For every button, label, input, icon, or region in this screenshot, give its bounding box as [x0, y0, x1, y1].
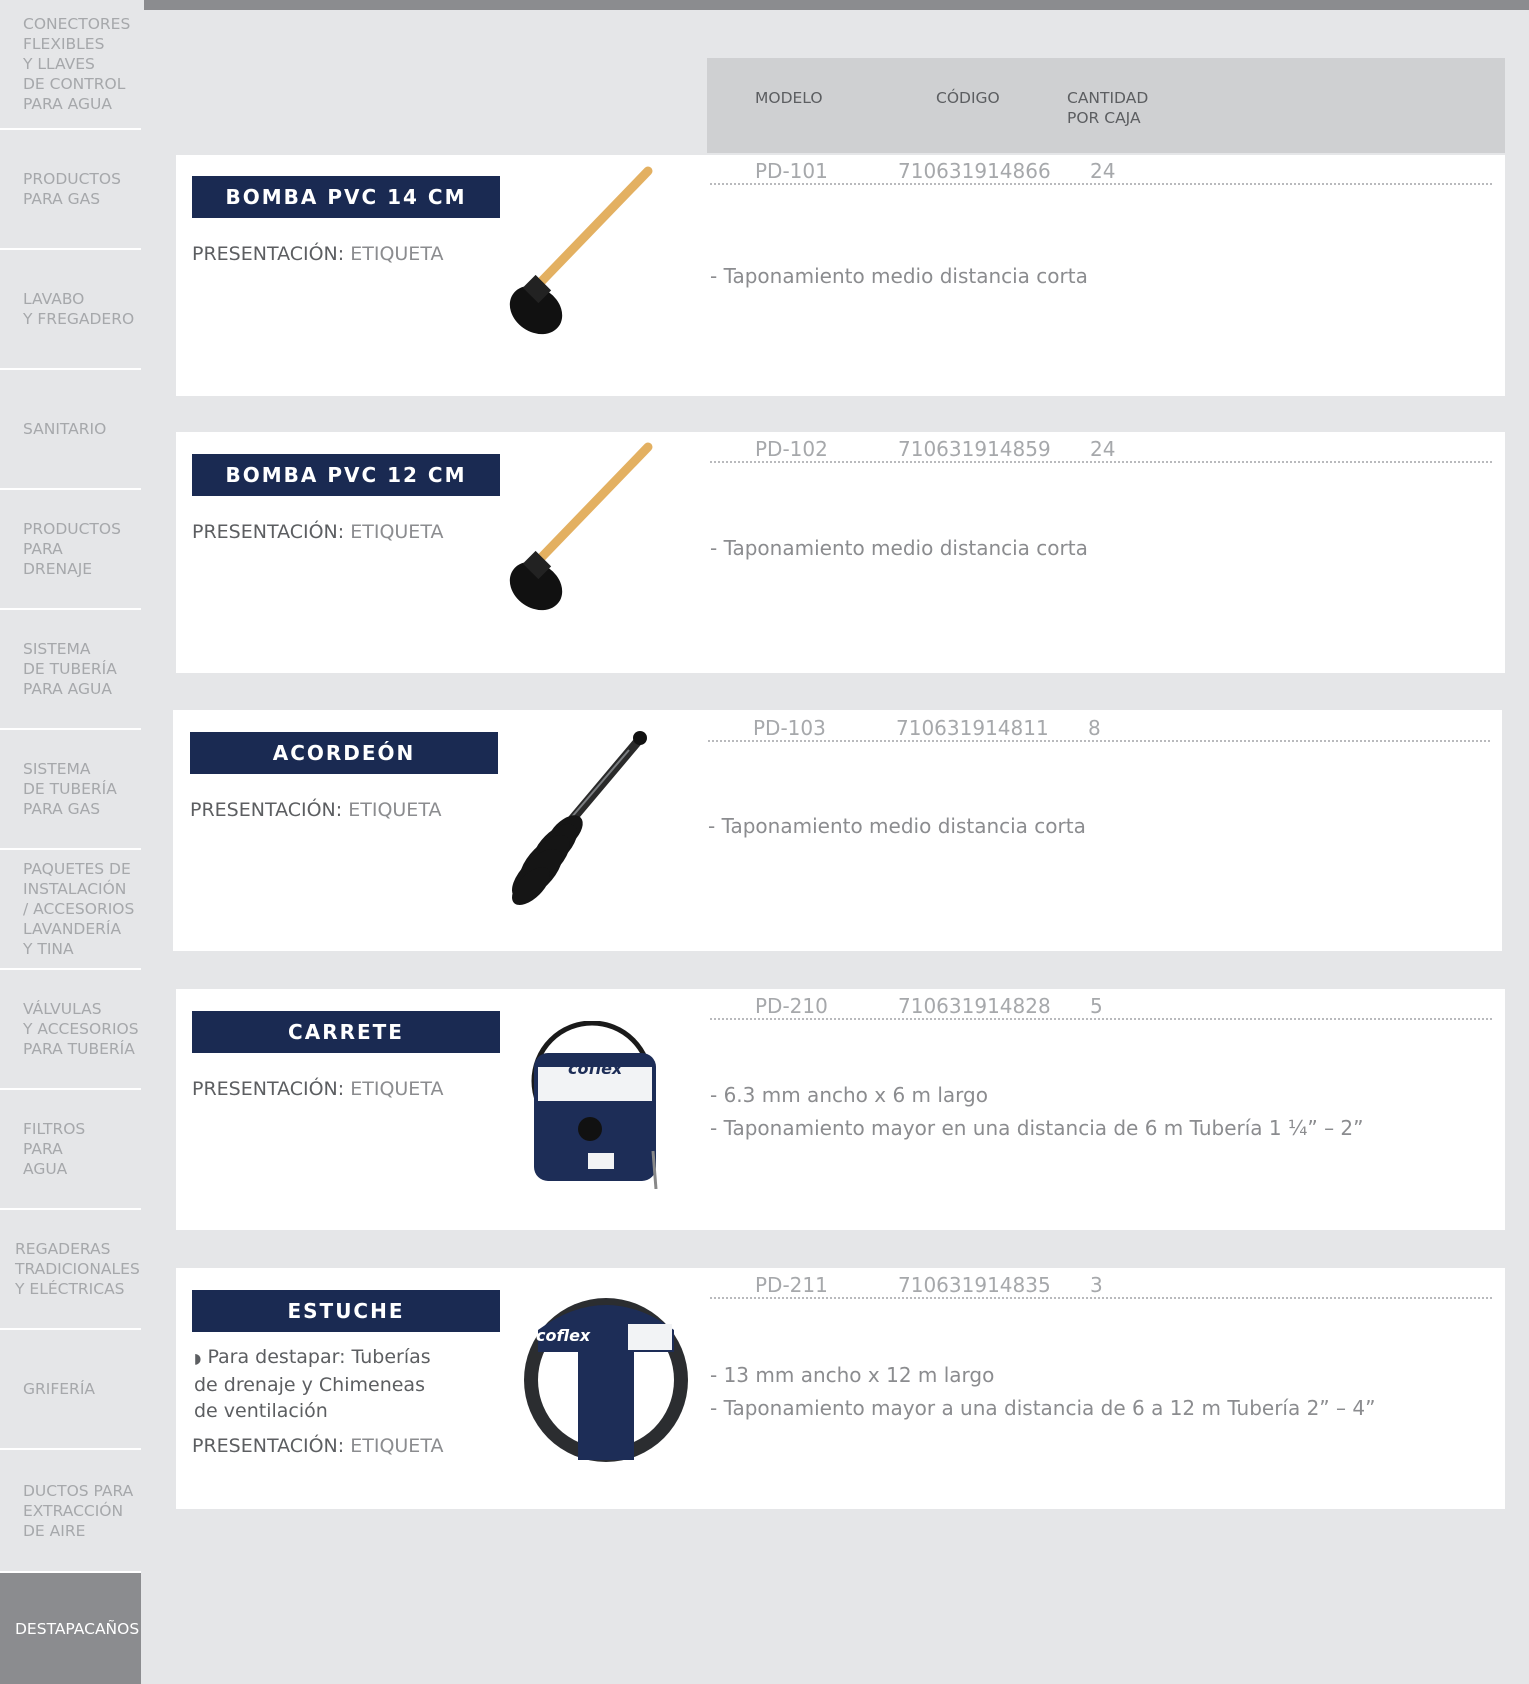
- product-card: ESTUCHE ◗ Para destapar: Tuberías de dre…: [176, 1268, 1505, 1509]
- sidebar-item-paquetes[interactable]: PAQUETES DE INSTALACIÓN / ACCESORIOS LAV…: [0, 850, 141, 970]
- sidebar-item-filtros[interactable]: FILTROS PARA AGUA: [0, 1090, 141, 1210]
- product-card: ACORDEÓN PRESENTACIÓN: ETIQUETA PD-103 7…: [173, 710, 1502, 951]
- presentation-label: PRESENTACIÓN:: [192, 1078, 345, 1100]
- sidebar-item-ductos[interactable]: DUCTOS PARA EXTRACCIÓN DE AIRE: [0, 1450, 141, 1573]
- product-name: ACORDEÓN: [190, 732, 498, 774]
- sidebar-item-tuberia-gas[interactable]: SISTEMA DE TUBERÍA PARA GAS: [0, 730, 141, 850]
- codigo-value: 710631914835: [898, 1273, 1051, 1297]
- reel-package-icon: coflex: [528, 1020, 662, 1190]
- sidebar-item-conectores[interactable]: CONECTORES FLEXIBLES Y LLAVES DE CONTROL…: [0, 0, 141, 130]
- table-row: PD-210 710631914828 5: [710, 994, 1492, 1020]
- description-line: - Taponamiento mayor en una distancia de…: [710, 1116, 1364, 1140]
- table-row: PD-101 710631914866 24: [710, 159, 1492, 185]
- product-description: - Taponamiento medio distancia corta: [710, 532, 1088, 565]
- product-name: CARRETE: [192, 1011, 500, 1053]
- brand-logo: coflex: [568, 1059, 623, 1078]
- cantidad-value: 5: [1090, 994, 1103, 1018]
- sidebar-item-tuberia-agua[interactable]: SISTEMA DE TUBERÍA PARA AGUA: [0, 610, 141, 730]
- presentation-text: PRESENTACIÓN: ETIQUETA: [190, 799, 441, 821]
- product-note: ◗ Para destapar: Tuberías de drenaje y C…: [194, 1344, 444, 1424]
- presentation-text: PRESENTACIÓN: ETIQUETA: [192, 243, 443, 265]
- sidebar-item-gas[interactable]: PRODUCTOS PARA GAS: [0, 130, 141, 250]
- header-cantidad: CANTIDAD POR CAJA: [1067, 89, 1149, 127]
- presentation-text: PRESENTACIÓN: ETIQUETA: [192, 1435, 443, 1457]
- product-description: - 13 mm ancho x 12 m largo - Taponamient…: [710, 1359, 1375, 1425]
- note-text: Para destapar: Tuberías de drenaje y Chi…: [194, 1346, 431, 1422]
- description-line: - Taponamiento medio distancia corta: [710, 264, 1088, 288]
- sidebar-item-valvulas[interactable]: VÁLVULAS Y ACCESORIOS PARA TUBERÍA: [0, 970, 141, 1090]
- product-name: BOMBA PVC 12 CM: [192, 454, 500, 496]
- modelo-value: PD-101: [755, 159, 828, 183]
- cantidad-value: 24: [1090, 159, 1116, 183]
- header-modelo: MODELO: [755, 89, 823, 107]
- presentation-label: PRESENTACIÓN:: [192, 243, 345, 265]
- product-card: BOMBA PVC 12 CM PRESENTACIÓN: ETIQUETA P…: [176, 432, 1505, 673]
- product-description: - Taponamiento medio distancia corta: [710, 260, 1088, 293]
- sidebar-item-sanitario[interactable]: SANITARIO: [0, 370, 141, 490]
- case-reel-icon: coflex: [518, 1290, 694, 1466]
- sidebar-item-griferia[interactable]: GRIFERÍA: [0, 1330, 141, 1450]
- brand-logo: coflex: [536, 1326, 591, 1345]
- product-name: ESTUCHE: [192, 1290, 500, 1332]
- sidebar-item-drenaje[interactable]: PRODUCTOS PARA DRENAJE: [0, 490, 141, 610]
- presentation-label: PRESENTACIÓN:: [192, 1435, 345, 1457]
- description-line: - Taponamiento mayor a una distancia de …: [710, 1396, 1376, 1420]
- modelo-value: PD-103: [753, 716, 826, 740]
- presentation-value: ETIQUETA: [350, 1435, 444, 1457]
- sidebar-item-destapacanos[interactable]: DESTAPACAÑOS: [0, 1573, 141, 1684]
- codigo-value: 710631914811: [896, 716, 1049, 740]
- cantidad-value: 3: [1090, 1273, 1103, 1297]
- sidebar-item-lavabo[interactable]: LAVABO Y FREGADERO: [0, 250, 141, 370]
- description-line: - Taponamiento medio distancia corta: [708, 814, 1086, 838]
- codigo-value: 710631914859: [898, 437, 1051, 461]
- presentation-text: PRESENTACIÓN: ETIQUETA: [192, 521, 443, 543]
- product-description: - 6.3 mm ancho x 6 m largo - Taponamient…: [710, 1079, 1364, 1145]
- bullet-icon: ◗: [194, 1351, 202, 1367]
- codigo-value: 710631914828: [898, 994, 1051, 1018]
- description-line: - 13 mm ancho x 12 m largo: [710, 1363, 995, 1387]
- accordion-plunger-icon: [512, 731, 647, 905]
- product-name: BOMBA PVC 14 CM: [192, 176, 500, 218]
- presentation-value: ETIQUETA: [350, 1078, 444, 1100]
- product-description: - Taponamiento medio distancia corta: [708, 810, 1086, 843]
- description-line: - Taponamiento medio distancia corta: [710, 536, 1088, 560]
- plunger-icon: [509, 166, 653, 335]
- presentation-label: PRESENTACIÓN:: [192, 521, 345, 543]
- plunger-icon: [509, 442, 653, 611]
- codigo-value: 710631914866: [898, 159, 1051, 183]
- table-row: PD-103 710631914811 8: [708, 716, 1490, 742]
- category-sidebar: CONECTORES FLEXIBLES Y LLAVES DE CONTROL…: [0, 0, 141, 1684]
- description-line: - 6.3 mm ancho x 6 m largo: [710, 1083, 988, 1107]
- presentation-value: ETIQUETA: [350, 521, 444, 543]
- modelo-value: PD-102: [755, 437, 828, 461]
- presentation-label: PRESENTACIÓN:: [190, 799, 343, 821]
- modelo-value: PD-211: [755, 1273, 828, 1297]
- product-card: BOMBA PVC 14 CM PRESENTACIÓN: ETIQUETA P…: [176, 155, 1505, 396]
- table-row: PD-102 710631914859 24: [710, 437, 1492, 463]
- modelo-value: PD-210: [755, 994, 828, 1018]
- presentation-value: ETIQUETA: [348, 799, 442, 821]
- product-card: CARRETE PRESENTACIÓN: ETIQUETA coflex PD…: [176, 989, 1505, 1230]
- cantidad-value: 24: [1090, 437, 1116, 461]
- presentation-value: ETIQUETA: [350, 243, 444, 265]
- table-row: PD-211 710631914835 3: [710, 1273, 1492, 1299]
- table-header: MODELO CÓDIGO CANTIDAD POR CAJA: [707, 58, 1505, 153]
- top-bar: [144, 0, 1529, 10]
- cantidad-value: 8: [1088, 716, 1101, 740]
- header-codigo: CÓDIGO: [936, 89, 1000, 107]
- sidebar-item-regaderas[interactable]: REGADERAS TRADICIONALES Y ELÉCTRICAS: [0, 1210, 141, 1330]
- presentation-text: PRESENTACIÓN: ETIQUETA: [192, 1078, 443, 1100]
